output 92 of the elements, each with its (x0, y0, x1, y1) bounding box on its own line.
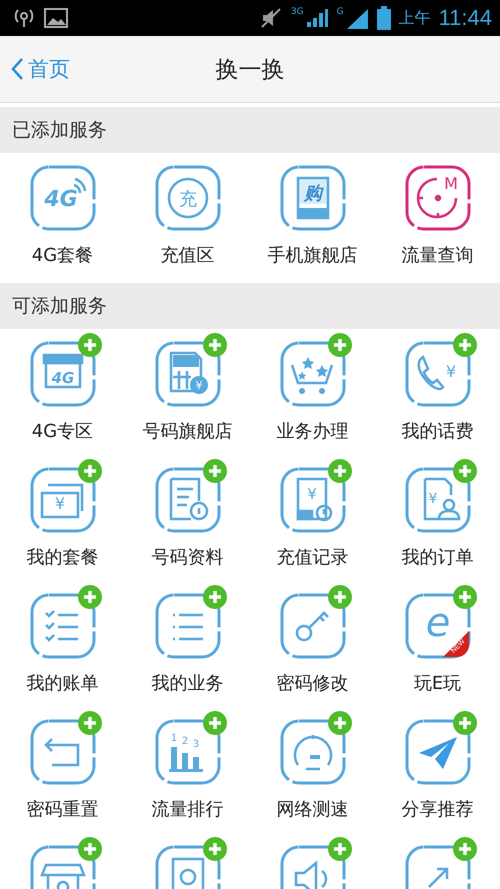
service-icon[interactable] (280, 720, 345, 784)
service-label: 充值记录 (276, 546, 348, 569)
section-header: 可添加服务 (0, 283, 500, 329)
service-icon[interactable] (405, 846, 470, 889)
add-badge-icon[interactable] (202, 585, 226, 609)
service-label: 密码重置 (26, 798, 98, 821)
service-icon[interactable] (155, 342, 220, 406)
service-icon[interactable] (30, 846, 95, 889)
service-label: 我的账单 (26, 672, 98, 695)
add-badge-icon[interactable] (78, 333, 102, 357)
service-icon[interactable] (30, 720, 95, 784)
battery-icon (376, 6, 391, 30)
add-badge-icon[interactable] (328, 333, 352, 357)
add-badge-icon[interactable] (78, 459, 102, 483)
add-badge-icon[interactable] (78, 585, 102, 609)
service-label: 号码资料 (152, 546, 224, 569)
back-button[interactable]: 首页 (0, 49, 80, 89)
service-label: 4G套餐 (32, 244, 94, 267)
service-icon[interactable] (280, 468, 345, 532)
icon-glyph: 1 (170, 733, 177, 744)
signal-icon (344, 7, 369, 29)
service-label: 业务办理 (276, 420, 348, 443)
icon-glyph: 购 (304, 183, 322, 204)
service-icon[interactable] (280, 342, 345, 406)
service-icon[interactable] (30, 166, 95, 230)
icon-glyph: ¥ (306, 485, 316, 503)
time-period: 上午 (398, 8, 431, 28)
section-header: 已添加服务 (0, 107, 500, 153)
signal-icon (304, 7, 329, 29)
muted-speaker-icon (258, 6, 283, 30)
add-badge-icon[interactable] (452, 837, 476, 861)
service-icon[interactable] (280, 846, 345, 889)
add-badge-icon[interactable] (328, 585, 352, 609)
service-label: 玩E玩 (414, 672, 462, 695)
page-title: 换一换 (216, 56, 284, 84)
service-label: 我的订单 (402, 546, 474, 569)
add-badge-icon[interactable] (452, 711, 476, 735)
service-icon[interactable] (30, 342, 95, 406)
service-icon[interactable] (155, 846, 220, 889)
service-icon[interactable] (155, 468, 220, 532)
service-icon[interactable] (405, 720, 470, 784)
hotspot-icon (12, 7, 36, 29)
service-icon[interactable] (405, 166, 470, 230)
service-label: 充值区 (160, 244, 214, 267)
service-label: 密码修改 (276, 672, 348, 695)
service-icon[interactable] (405, 342, 470, 406)
add-badge-icon[interactable] (328, 711, 352, 735)
add-badge-icon[interactable] (202, 837, 226, 861)
add-badge-icon[interactable] (78, 711, 102, 735)
add-badge-icon[interactable] (452, 459, 476, 483)
service-label: 4G专区 (32, 420, 94, 443)
service-label: 流量排行 (152, 798, 224, 821)
service-label: 我的话费 (402, 420, 474, 443)
service-label: 号码旗舰店 (142, 420, 232, 443)
service-label: 我的业务 (152, 672, 224, 695)
network-type-label: G (336, 7, 344, 17)
network-type-label: 3G (290, 7, 304, 17)
service-label: 我的套餐 (26, 546, 98, 569)
service-label: 分享推荐 (402, 798, 474, 821)
icon-glyph: 3 (192, 739, 199, 750)
icon-glyph: 充 (178, 189, 196, 210)
icon-glyph: ¥ (445, 362, 456, 381)
icon-glyph: M (444, 174, 458, 193)
service-icon[interactable] (155, 594, 220, 658)
icon-glyph: ¥ (54, 494, 65, 513)
service-icon[interactable] (30, 594, 95, 658)
icon-glyph: ¥ (195, 379, 202, 392)
service-icon[interactable] (405, 468, 470, 532)
icon-glyph: 4G (51, 369, 74, 387)
add-badge-icon[interactable] (452, 333, 476, 357)
service-icon[interactable] (155, 720, 220, 784)
add-badge-icon[interactable] (202, 333, 226, 357)
icon-glyph: 2 (181, 736, 188, 747)
service-label: 手机旗舰店 (268, 244, 358, 267)
service-label: 流量查询 (402, 244, 474, 267)
add-badge-icon[interactable] (328, 837, 352, 861)
add-badge-icon[interactable] (202, 459, 226, 483)
service-label: 网络测速 (276, 798, 348, 821)
add-badge-icon[interactable] (202, 711, 226, 735)
service-icon[interactable] (280, 166, 345, 230)
add-badge-icon[interactable] (78, 837, 102, 861)
icon-glyph: ¥ (428, 491, 437, 507)
add-badge-icon[interactable] (452, 585, 476, 609)
service-icon[interactable] (155, 166, 220, 230)
service-icon[interactable] (30, 468, 95, 532)
add-badge-icon[interactable] (328, 459, 352, 483)
icon-glyph: e (425, 600, 450, 646)
service-icon[interactable] (280, 594, 345, 658)
image-icon (44, 7, 68, 29)
clock-time: 11:44 (438, 5, 492, 31)
back-chevron-icon (10, 57, 24, 81)
icon-glyph: 4G (44, 187, 78, 212)
